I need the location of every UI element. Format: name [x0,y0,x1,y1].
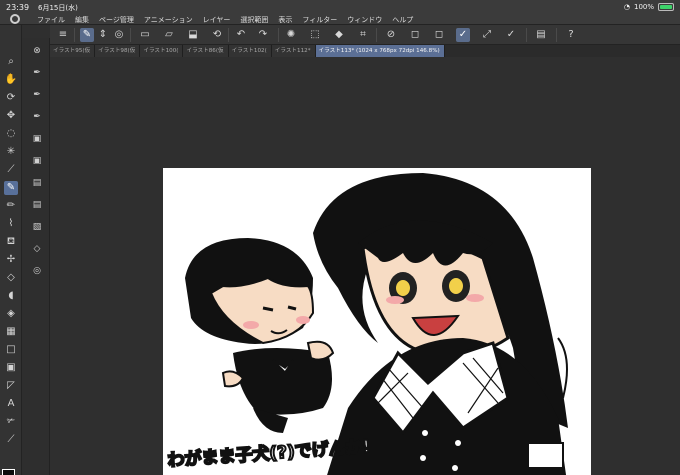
divider [74,28,75,42]
brush-tool-icon[interactable]: ⌇ [4,217,18,231]
open-icon[interactable]: ▱ [162,28,176,42]
menu-animation[interactable]: アニメーション [139,15,198,25]
status-time: 23:39 [6,3,30,12]
battery-icon [658,3,674,11]
move-tool-icon[interactable]: ✥ [4,109,18,123]
status-date: 6月15日(水) [38,4,78,12]
menu-view[interactable]: 表示 [273,15,297,25]
tab-doc-102[interactable]: イラスト102( [228,45,272,57]
gradient-tool-icon[interactable]: ▦ [4,325,18,339]
menu-filter[interactable]: フィルター [297,15,342,25]
divider [278,28,279,42]
hand-tool-icon[interactable]: ✋ [4,73,18,87]
correction-tool-icon[interactable]: ⟋ [4,433,18,447]
layer-icon[interactable]: ▤ [534,28,548,42]
ruler-tool-icon[interactable]: ◸ [4,379,18,393]
text-tool-icon[interactable]: A [4,397,18,411]
document-tabs: イラスト95(仮 イラスト98(仮 イラスト100( イラスト86(仮 イラスト… [50,45,680,57]
new-icon[interactable]: ▭ [138,28,152,42]
divider [526,28,527,42]
undo-icon[interactable]: ↶ [234,28,248,42]
edit-icon[interactable]: ⤢ [480,28,494,42]
airbrush-tool-icon[interactable]: ⛾ [4,235,18,249]
menu-selection[interactable]: 選択範囲 [235,15,273,25]
balloon-tool-icon[interactable]: ✃ [4,415,18,429]
status-right: ◔ 100% [624,3,674,11]
eraser-tool-icon[interactable]: ◇ [4,271,18,285]
tab-doc-112[interactable]: イラスト112* [271,45,316,57]
command-bar: ≡ ✎ ⇕ ◎ ▭ ▱ ⬓ ⟲ ↶ ↷ ✺ ⬚ ◆ ⌗ ⊘ ◻ ◻ ✓ ⤢ ✓ … [50,25,680,45]
layer-stack-icon[interactable]: ◇ [30,242,44,256]
ink-pen-icon[interactable]: ✒ [30,66,44,80]
main-color-swatch[interactable] [2,469,15,475]
texture-pen-icon[interactable]: ▧ [30,220,44,234]
wand-tool-icon[interactable]: ✳ [4,145,18,159]
pen-tool-icon[interactable]: ✎ [4,181,18,195]
decoration-tool-icon[interactable]: ✢ [4,253,18,267]
pencil-tool-icon[interactable]: ✏ [4,199,18,213]
transform-icon[interactable]: ✺ [284,28,298,42]
history-icon[interactable]: ⟲ [210,28,224,42]
wifi-icon: ◔ [623,3,630,11]
shape-tool-icon[interactable]: □ [4,343,18,357]
blend-tool-icon[interactable]: ◖ [4,289,18,303]
expand-icon[interactable]: ⇕ [96,28,110,42]
divider [556,28,557,42]
tab-doc-113-active[interactable]: イラスト113* (1024 x 768px 72dpi 146.8%) [315,45,445,57]
help-icon[interactable]: ? [564,28,578,42]
tab-doc-86[interactable]: イラスト86(仮 [183,45,229,57]
rotate-tool-icon[interactable]: ⟳ [4,91,18,105]
view-icon[interactable]: ◎ [112,28,126,42]
tool-palette: ⌕ ✋ ⟳ ✥ ◌ ✳ ⟋ ✎ ✏ ⌇ ⛾ ✢ ◇ ◖ ◈ ▦ □ ▣ ◸ A … [0,25,22,475]
marker-icon[interactable]: ✒ [30,88,44,102]
snap-icon[interactable]: ⊘ [384,28,398,42]
fill-tool-icon[interactable]: ◈ [4,307,18,321]
sub-tool-palette: ⊗ ✒ ✒ ✒ ▣ ▣ ▤ ▤ ▧ ◇ ◎ [22,38,50,475]
tab-doc-100[interactable]: イラスト100( [140,45,184,57]
menu-edit[interactable]: 編集 [70,15,94,25]
menu-icon[interactable]: ≡ [56,28,70,42]
menu-layer[interactable]: レイヤー [198,15,236,25]
canvas-area[interactable]: わがまま子犬(?)でげんか! [50,57,680,475]
menu-window[interactable]: ウィンドウ [342,15,387,25]
pen-icon[interactable]: ✓ [504,28,518,42]
lasso-tool-icon[interactable]: ◌ [4,127,18,141]
fill-icon[interactable]: ◆ [332,28,346,42]
save-icon[interactable]: ⬓ [186,28,200,42]
quick-access-icon[interactable]: ✎ [80,28,94,42]
divider [130,28,131,42]
menu-file[interactable]: ファイル [32,15,70,25]
clear-icon[interactable]: ⬚ [308,28,322,42]
menu-items: ファイル 編集 ページ管理 アニメーション レイヤー 選択範囲 表示 フィルター… [32,15,418,25]
cube-icon[interactable]: ◎ [30,264,44,278]
perspective-icon[interactable]: ◻ [432,28,446,42]
mapping-pen-icon[interactable]: ▣ [30,154,44,168]
redo-icon[interactable]: ↷ [256,28,270,42]
menu-bar: 23:39 6月15日(水) ◔ 100% ファイル 編集 ページ管理 アニメー… [0,0,680,25]
ruler-icon[interactable]: ◻ [408,28,422,42]
menu-page[interactable]: ページ管理 [94,15,139,25]
divider [376,28,377,42]
g-pen-icon[interactable]: ✒ [30,110,44,124]
illustration: わがまま子犬(?)でげんか! [166,173,568,475]
reset-icon[interactable]: ⊗ [30,44,44,58]
frame-tool-icon[interactable]: ▣ [4,361,18,375]
divider [228,28,229,42]
check-icon[interactable]: ✓ [456,28,470,42]
eyedropper-tool-icon[interactable]: ⟋ [4,163,18,177]
tab-doc-95[interactable]: イラスト95(仮 [50,45,96,57]
zoom-tool-icon[interactable]: ⌕ [4,55,18,69]
battery-text: 100% [633,3,654,11]
menu-help[interactable]: ヘルプ [387,15,418,25]
tab-doc-98[interactable]: イラスト98(仮 [95,45,141,57]
round-pen-icon[interactable]: ▣ [30,132,44,146]
app-logo-icon[interactable] [10,14,20,24]
artwork-canvas[interactable]: わがまま子犬(?)でげんか! [163,168,591,475]
crop-icon[interactable]: ⌗ [356,28,370,42]
realistic-pen-icon[interactable]: ▤ [30,176,44,190]
soft-pen-icon[interactable]: ▤ [30,198,44,212]
